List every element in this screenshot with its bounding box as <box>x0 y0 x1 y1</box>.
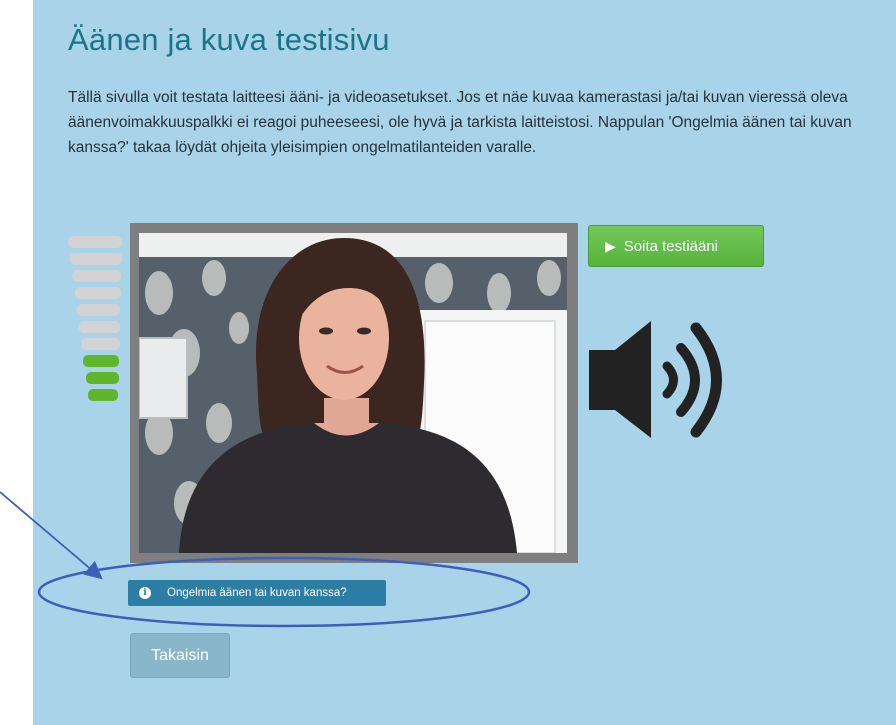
volume-meter-bar <box>81 338 120 350</box>
back-label: Takaisin <box>151 646 209 664</box>
volume-meter-bar <box>79 321 120 333</box>
info-icon: i <box>139 587 151 599</box>
volume-meter-bar <box>76 304 121 316</box>
page-description: Tällä sivulla voit testata laitteesi ään… <box>68 89 852 156</box>
problems-label: Ongelmia äänen tai kuvan kanssa? <box>167 587 347 599</box>
volume-meter-bar <box>68 236 122 248</box>
volume-meter-bar <box>87 389 119 401</box>
camera-frame <box>130 223 578 563</box>
play-triangle-icon: ▶ <box>605 237 616 254</box>
play-test-sound-label: Soita testiääni <box>623 237 719 255</box>
volume-meter-bar <box>70 253 122 265</box>
volume-meter-bar <box>85 372 119 384</box>
back-button[interactable]: Takaisin <box>130 633 230 678</box>
problems-button[interactable]: i Ongelmia äänen tai kuvan kanssa? <box>128 580 386 606</box>
camera-preview <box>139 233 567 553</box>
volume-meter-bar <box>72 270 122 282</box>
webcam-image <box>139 233 567 553</box>
play-test-sound-button[interactable]: ▶ Soita testiääni <box>588 225 764 267</box>
volume-meter <box>68 236 128 426</box>
volume-meter-bar <box>83 355 120 367</box>
speaker-volume-icon <box>585 318 735 443</box>
volume-meter-bar <box>74 287 121 299</box>
page-title: Äänen ja kuva testisivu <box>68 22 390 57</box>
